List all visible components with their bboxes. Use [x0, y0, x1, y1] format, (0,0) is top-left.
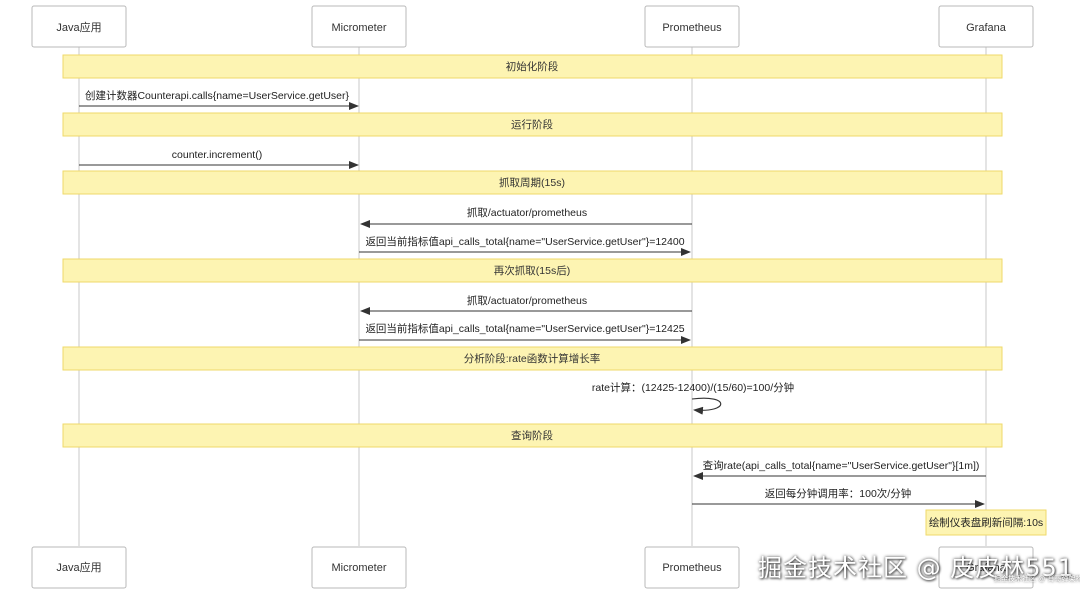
phase-label: 查询阶段 — [511, 429, 553, 442]
message-scrape2-request: 抓取/actuator/prometheus — [360, 294, 692, 315]
message-scrape2-response: 返回当前指标值api_calls_total{name="UserService… — [359, 322, 691, 344]
participant-label: Micrometer — [331, 562, 386, 574]
phase-rescrape: 再次抓取(15s后) — [62, 258, 1003, 283]
phase-analyze: 分析阶段:rate函数计算增长率 — [62, 346, 1003, 371]
phase-label: 再次抓取(15s后) — [494, 264, 570, 277]
message-label: 返回当前指标值api_calls_total{name="UserService… — [365, 235, 684, 248]
participant-micrometer-top: Micrometer — [311, 5, 407, 48]
participant-label: Micrometer — [331, 22, 386, 34]
self-loop-arrow — [691, 397, 722, 415]
message-label: 返回每分钟调用率：100次/分钟 — [765, 487, 911, 500]
message-label: 查询rate(api_calls_total{name="UserService… — [703, 459, 980, 472]
participant-prometheus-top: Prometheus — [644, 5, 740, 48]
message-scrape1-response: 返回当前指标值api_calls_total{name="UserService… — [359, 235, 691, 256]
participant-grafana-top: Grafana — [938, 5, 1034, 48]
message-query-response: 返回每分钟调用率：100次/分钟 — [692, 487, 985, 508]
phase-query: 查询阶段 — [62, 423, 1003, 448]
message-label: 抓取/actuator/prometheus — [467, 206, 587, 219]
message-label: 返回当前指标值api_calls_total{name="UserService… — [365, 322, 684, 335]
participant-prometheus-bottom: Prometheus — [644, 546, 740, 589]
phase-scrape: 抓取周期(15s) — [62, 170, 1003, 195]
phase-label: 分析阶段:rate函数计算增长率 — [464, 352, 601, 365]
message-label: 抓取/actuator/prometheus — [467, 294, 587, 307]
message-create-counter: 创建计数器Counterapi.calls{name=UserService.g… — [79, 89, 359, 110]
message-scrape1-request: 抓取/actuator/prometheus — [360, 206, 692, 228]
watermark-sub: 掘金技术社区 @ 肖哥弹架构 — [994, 575, 1080, 583]
participant-label: Java应用 — [56, 560, 101, 574]
sequence-diagram: Java应用 Micrometer Prometheus Grafana 初始化… — [31, 5, 1047, 589]
note-label: 绘制仪表盘刷新间隔:10s — [929, 516, 1043, 529]
message-label: 创建计数器Counterapi.calls{name=UserService.g… — [85, 89, 350, 102]
phase-label: 抓取周期(15s) — [499, 176, 565, 189]
participant-label: Java应用 — [56, 20, 101, 34]
message-label: counter.increment() — [172, 149, 262, 161]
message-increment: counter.increment() — [79, 149, 359, 169]
message-query-request: 查询rate(api_calls_total{name="UserService… — [693, 459, 986, 480]
participant-label: Grafana — [966, 22, 1007, 34]
phase-label: 初始化阶段 — [506, 60, 559, 73]
participant-label: Prometheus — [662, 562, 722, 574]
participant-micrometer-bottom: Micrometer — [311, 546, 407, 589]
participant-java-app-top: Java应用 — [31, 5, 127, 48]
participant-label: Prometheus — [662, 22, 722, 34]
participant-java-app-bottom: Java应用 — [31, 546, 127, 589]
message-label: rate计算：(12425-12400)/(15/60)=100/分钟 — [592, 381, 794, 394]
phase-label: 运行阶段 — [511, 118, 553, 131]
note-dashboard-refresh: 绘制仪表盘刷新间隔:10s — [925, 509, 1047, 536]
phase-run: 运行阶段 — [62, 112, 1003, 137]
message-rate-calc: rate计算：(12425-12400)/(15/60)=100/分钟 — [592, 381, 794, 415]
phase-init: 初始化阶段 — [62, 54, 1003, 79]
